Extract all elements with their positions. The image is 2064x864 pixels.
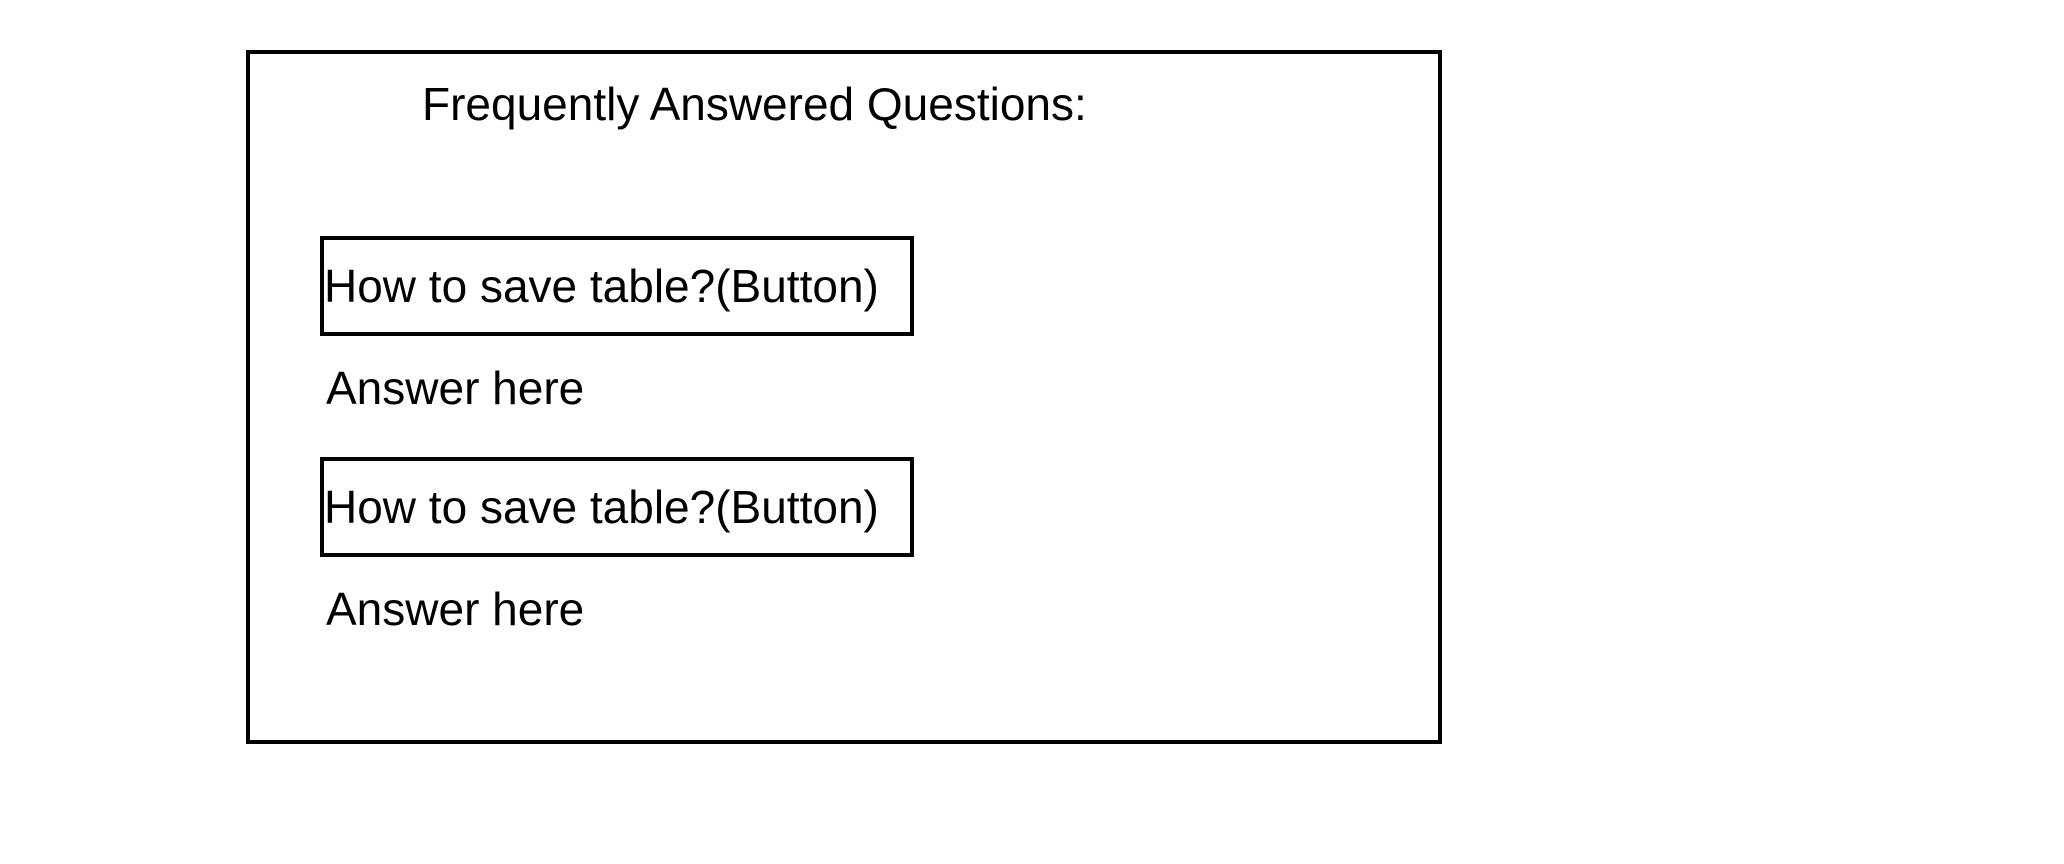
faq-title: Frequently Answered Questions:: [422, 78, 1087, 130]
faq-panel: Frequently Answered Questions: How to sa…: [246, 50, 1442, 744]
faq-item: How to save table?(Button) Answer here: [320, 236, 914, 418]
faq-question-button[interactable]: How to save table?(Button): [320, 236, 914, 336]
faq-item: How to save table?(Button) Answer here: [320, 457, 914, 639]
faq-answer: Answer here: [326, 362, 585, 414]
faq-question-button[interactable]: How to save table?(Button): [320, 457, 914, 557]
faq-answer: Answer here: [326, 583, 585, 635]
